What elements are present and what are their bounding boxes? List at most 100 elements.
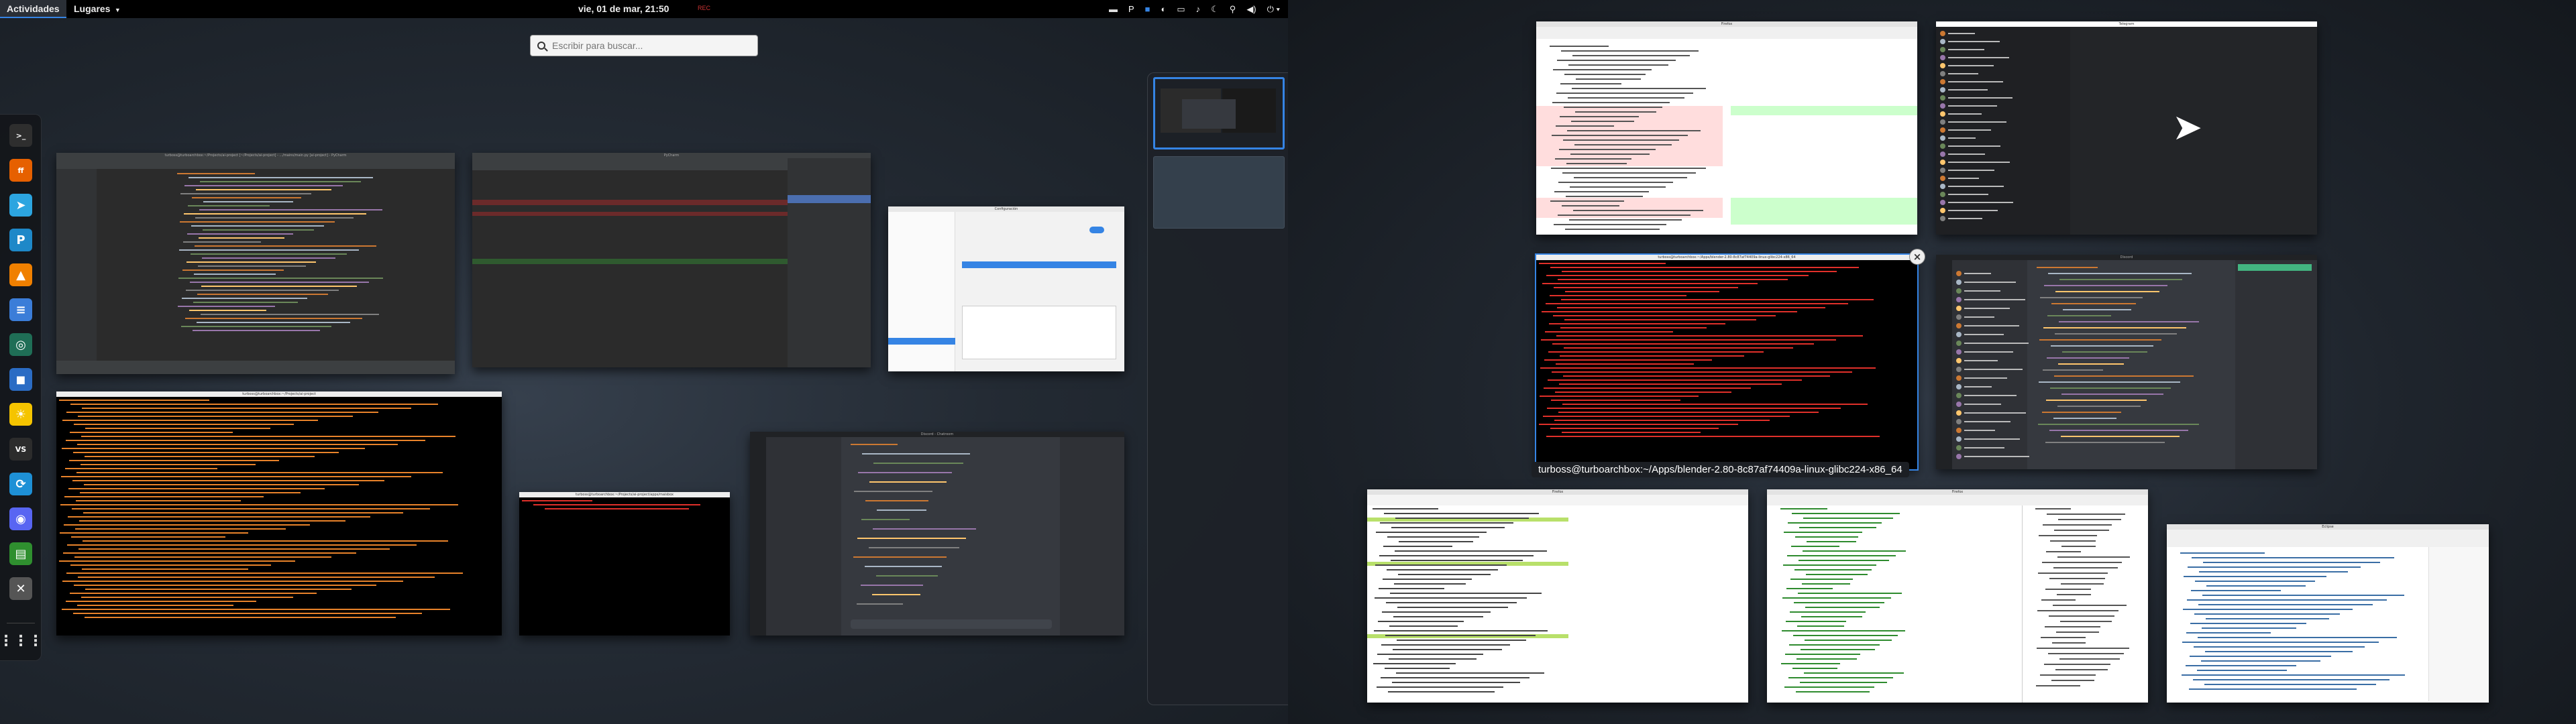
text-line (1803, 550, 1906, 552)
notification-icon[interactable]: ♪ (1196, 4, 1201, 14)
text-line (2045, 442, 2165, 443)
telegram-icon[interactable]: ➤ (9, 194, 32, 217)
activities-button[interactable]: Actividades (0, 0, 66, 18)
text-line (865, 566, 942, 567)
text-line (2054, 375, 2194, 377)
avatar (1940, 71, 1978, 76)
text-line (1783, 564, 1877, 566)
search-box[interactable] (530, 35, 758, 56)
text-line (2061, 394, 2163, 395)
avatar-label (1948, 154, 1985, 155)
avatar (1940, 63, 1994, 68)
text-line (2061, 436, 2180, 437)
text-line (1566, 196, 1644, 197)
text-line (1790, 611, 1866, 613)
window-ide-white[interactable]: Eclipse (2167, 524, 2489, 703)
window-ide-diff[interactable]: PyCharm (472, 153, 871, 367)
text-line (193, 302, 299, 303)
text-line (2046, 551, 2082, 552)
terminal-line (80, 492, 301, 493)
text-line (1381, 644, 1511, 646)
text-line (2051, 680, 2095, 681)
sync-icon[interactable]: ⟳ (9, 473, 32, 495)
text-line (2195, 581, 2316, 582)
window-settings[interactable]: Configuración (888, 206, 1124, 371)
text-line (1570, 154, 1650, 155)
window-discord-2[interactable]: Discord (1936, 255, 2317, 469)
terminal-line (76, 500, 241, 501)
folder-icon[interactable]: ▬ (1109, 4, 1118, 14)
pycharm-tray-icon[interactable]: P (1128, 4, 1134, 14)
window-firefox-doc[interactable]: Firefox (1367, 489, 1748, 703)
workspace-thumbnail-1[interactable] (1153, 77, 1285, 149)
chat-icon[interactable]: ◼ (9, 368, 32, 391)
terminal-line (1562, 271, 1837, 272)
vlc-icon[interactable]: ▲ (9, 263, 32, 286)
tools-icon[interactable]: ✕ (9, 577, 32, 600)
avatar-label (1964, 308, 2010, 309)
text-line (1383, 546, 1452, 547)
avatar (1940, 160, 2010, 165)
avatar-label (1964, 456, 2029, 457)
app-tray-icon[interactable]: ■ (1145, 4, 1150, 14)
window-pycharm[interactable]: turboss@turboarchbox:~/Projects/ai-proje… (56, 153, 455, 374)
display-icon[interactable]: ▭ (1177, 4, 1185, 15)
terminal-line (66, 412, 379, 413)
terminal-line (1542, 283, 1758, 284)
avatar-label (1964, 299, 2025, 300)
text-line (1567, 130, 1701, 131)
terminal-line (1539, 424, 1738, 425)
android-studio-icon[interactable]: ◎ (9, 333, 32, 356)
avatar (1956, 314, 1994, 320)
close-window-button[interactable]: × (1909, 249, 1925, 265)
network-icon[interactable]: ⚲ (1230, 4, 1236, 15)
window-telegram[interactable]: Telegram ➤ (1936, 21, 2317, 235)
database-icon[interactable]: ≡ (9, 298, 32, 321)
window-title: turboss@turboarchbox:~/Projects/ai-proje… (519, 492, 730, 497)
monitor-icon[interactable]: ▤ (9, 542, 32, 565)
terminal-line (85, 428, 271, 429)
firefox-icon[interactable]: ff (9, 159, 32, 182)
text-line (2037, 267, 2098, 268)
text-line (1384, 513, 1540, 514)
terminal-line (84, 484, 360, 485)
text-line (1782, 630, 1906, 631)
window-terminal-blender[interactable]: turboss@turboarchbox:~/Apps/blender-2.80… (1535, 253, 1919, 471)
avatar (1940, 168, 1994, 173)
discord-icon[interactable]: ◉ (9, 507, 32, 530)
code-view (56, 158, 455, 374)
text-line (180, 221, 335, 223)
avatar (1940, 79, 2003, 84)
text-line (1374, 630, 1548, 631)
grid-icon[interactable]: ⋮⋮⋮ (0, 629, 43, 652)
power-icon[interactable]: ⏻ ▾ (1267, 4, 1280, 15)
avatar (1940, 192, 1988, 197)
terminal-line (64, 524, 311, 526)
window-title: Firefox (1536, 21, 1917, 27)
night-light-icon[interactable]: ☾ (1211, 4, 1219, 15)
theme-icon[interactable]: ◐ (1161, 4, 1166, 14)
terminal-line (78, 577, 435, 578)
clock[interactable]: vie, 01 de mar, 21:50 (578, 0, 669, 18)
search-input[interactable] (552, 40, 747, 51)
window-terminal-small[interactable]: turboss@turboarchbox:~/Projects/ai-proje… (519, 492, 730, 636)
window-terminal-orange[interactable]: turboss@turboarchbox:~/Projects/ai-proje… (56, 391, 502, 636)
terminal-line (70, 564, 272, 566)
window-file-list[interactable]: Firefox (1767, 489, 2148, 703)
terminal-line (1543, 416, 1790, 417)
workspace-thumbnail-2[interactable] (1153, 156, 1285, 229)
pycharm-icon[interactable]: P (9, 229, 32, 251)
text-line (1796, 658, 1857, 660)
terminal-line (1557, 307, 1826, 308)
window-firefox-diff[interactable]: Firefox (1536, 21, 1917, 235)
volume-icon[interactable]: ◀) (1246, 4, 1256, 15)
places-menu[interactable]: Lugares ▼ (74, 0, 121, 19)
window-discord[interactable]: Discord - Chatroom (750, 432, 1124, 636)
sun-app-icon[interactable]: ☀ (9, 403, 32, 426)
text-line (1799, 560, 1889, 561)
diff-view (472, 158, 871, 367)
text-line (2188, 566, 2361, 568)
terminal-line (62, 581, 403, 582)
vs-icon[interactable]: VS (9, 438, 32, 461)
terminal-icon[interactable]: >_ (9, 124, 32, 147)
